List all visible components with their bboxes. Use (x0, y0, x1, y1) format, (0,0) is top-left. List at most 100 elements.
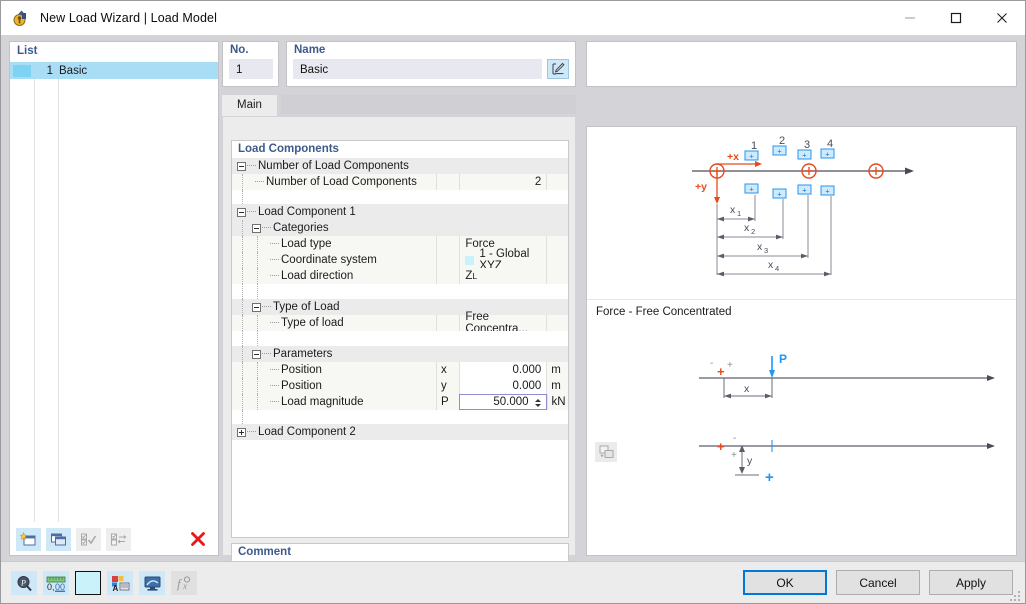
tree-row-position-y[interactable]: Position y 0.000 m (232, 378, 568, 394)
tree-row-position-x[interactable]: Position x 0.000 m (232, 362, 568, 378)
tree-connector (270, 243, 279, 245)
list-item[interactable]: 1 Basic (10, 62, 218, 79)
svg-text:-: - (733, 433, 736, 444)
tree-connector (247, 211, 256, 213)
delete-item-button[interactable] (185, 528, 210, 551)
title-bar: New Load Wizard | Load Model (1, 1, 1025, 35)
top-right-panel (586, 41, 1017, 87)
tree-row-symbol (436, 252, 459, 268)
main-tab-panel: Load Components Number of Load Component… (222, 116, 576, 585)
svg-text:00: 00 (55, 582, 65, 592)
load-wizard-icon (11, 8, 31, 28)
tree-row-type-of-load[interactable]: Type of load Free Concentra... (232, 311, 568, 335)
collapse-toggle-icon[interactable] (252, 223, 261, 233)
window-title: New Load Wizard | Load Model (40, 11, 217, 25)
svg-text:0,: 0, (47, 582, 55, 592)
maximize-icon[interactable] (933, 1, 979, 35)
invert-selection-button (106, 527, 131, 551)
tree-connector (270, 369, 279, 371)
tree-subgroup-categories[interactable]: Categories (232, 220, 568, 236)
bottom-bar: P 0, 00 A f x OK Cancel Apply (1, 561, 1025, 603)
tree-row-unit (546, 252, 568, 268)
preview-export-button[interactable] (595, 442, 617, 462)
units-button[interactable]: 0, 00 (43, 571, 69, 595)
tree-row-coordinate-system[interactable]: Coordinate system 1 - Global XYZ (232, 248, 568, 272)
collapse-toggle-icon[interactable] (252, 349, 261, 359)
copy-item-button[interactable] (46, 527, 71, 551)
list-item-name: Basic (59, 64, 88, 77)
tree-subgroup-label: Parameters (273, 348, 333, 360)
tree-row-value-subscript: L (472, 271, 478, 281)
new-load-wizard-window: New Load Wizard | Load Model List 1 Basi… (0, 0, 1026, 604)
spinner-up-icon[interactable] (534, 398, 541, 402)
render-settings-button[interactable] (139, 571, 165, 595)
color-swatch-button[interactable] (75, 571, 101, 595)
tree-row-value-cell[interactable]: ZL (459, 268, 546, 284)
tree-connector (247, 431, 256, 433)
list-item-color-swatch (13, 64, 31, 77)
tree-row-load-magnitude[interactable]: Load magnitude P 50.000 kN (232, 394, 568, 410)
spinner-arrows[interactable] (534, 396, 542, 409)
tree-group-load-component-1[interactable]: Load Component 1 (232, 204, 568, 220)
tree-connector (247, 165, 256, 167)
tree-row-load-direction[interactable]: Load direction ZL (232, 268, 568, 284)
load-position-diagram: +x +y 1 + 2 + 3 + 4 + + + + + x 1 x 2 x … (692, 135, 914, 277)
svg-text:2: 2 (779, 135, 785, 147)
tree-row-value-cell[interactable]: 1 - Global XYZ (459, 248, 546, 272)
svg-text:1: 1 (737, 209, 741, 218)
tree-row-value[interactable]: 2 (459, 174, 546, 190)
tree-connector (270, 401, 279, 403)
name-field-panel: Name Basic (286, 41, 576, 87)
bottom-toolbar: P 0, 00 A f x (11, 571, 197, 595)
svg-text:+: + (825, 187, 830, 196)
tree-group-load-component-2[interactable]: Load Component 2 (232, 424, 568, 440)
close-icon[interactable] (979, 1, 1025, 35)
svg-text:+: + (727, 360, 733, 371)
tree-row-number-of-load-components[interactable]: Number of Load Components 2 (232, 174, 568, 190)
tree-group-label: Load Component 2 (258, 426, 356, 438)
collapse-toggle-icon[interactable] (237, 161, 246, 171)
tree-row-value[interactable]: 0.000 (459, 378, 547, 394)
resize-grip[interactable] (1010, 589, 1022, 601)
name-input[interactable]: Basic (293, 59, 542, 79)
svg-text:x: x (757, 241, 763, 253)
svg-text:-: - (710, 358, 713, 369)
svg-text:+: + (802, 151, 807, 160)
tree-subgroup-label: Categories (273, 222, 329, 234)
tree-subgroup-parameters[interactable]: Parameters (232, 346, 568, 362)
number-input[interactable]: 1 (229, 59, 273, 79)
spinner-down-icon[interactable] (534, 403, 541, 407)
svg-text:4: 4 (775, 264, 779, 273)
info-button[interactable]: P (11, 571, 37, 595)
tree-row-value[interactable]: 0.000 (459, 362, 547, 378)
edit-name-button[interactable] (547, 59, 569, 79)
apply-button[interactable]: Apply (929, 570, 1013, 595)
svg-text:+: + (777, 190, 782, 199)
new-item-button[interactable] (16, 527, 41, 551)
tree-connector (262, 353, 271, 355)
cancel-button[interactable]: Cancel (836, 570, 920, 595)
display-settings-button[interactable]: A (107, 571, 133, 595)
list-body[interactable]: 1 Basic (10, 61, 218, 522)
name-field-label: Name (294, 44, 326, 56)
load-components-tree[interactable]: Load Components Number of Load Component… (231, 140, 569, 538)
minimize-icon[interactable] (887, 1, 933, 35)
tree-row-symbol (436, 174, 459, 190)
load-magnitude-spinner[interactable]: 50.000 (459, 394, 547, 410)
tree-spacer (232, 284, 568, 299)
tab-main[interactable]: Main (222, 95, 277, 116)
svg-text:+y: +y (695, 181, 707, 193)
collapse-toggle-icon[interactable] (237, 207, 246, 217)
svg-text:3: 3 (764, 246, 768, 255)
tree-group-number-of-load-components[interactable]: Number of Load Components (232, 158, 568, 174)
force-free-concentrated-diagram: + - + P x + - + y + (699, 352, 995, 486)
expand-toggle-icon[interactable] (237, 427, 246, 437)
tree-spacer (232, 331, 568, 346)
tree-row-value[interactable]: Free Concentra... (459, 311, 546, 335)
collapse-toggle-icon[interactable] (252, 302, 261, 312)
svg-text:y: y (747, 455, 753, 467)
tree-connector (270, 259, 279, 261)
svg-text:+: + (825, 150, 830, 159)
svg-text:x: x (768, 259, 774, 271)
ok-button[interactable]: OK (743, 570, 827, 595)
